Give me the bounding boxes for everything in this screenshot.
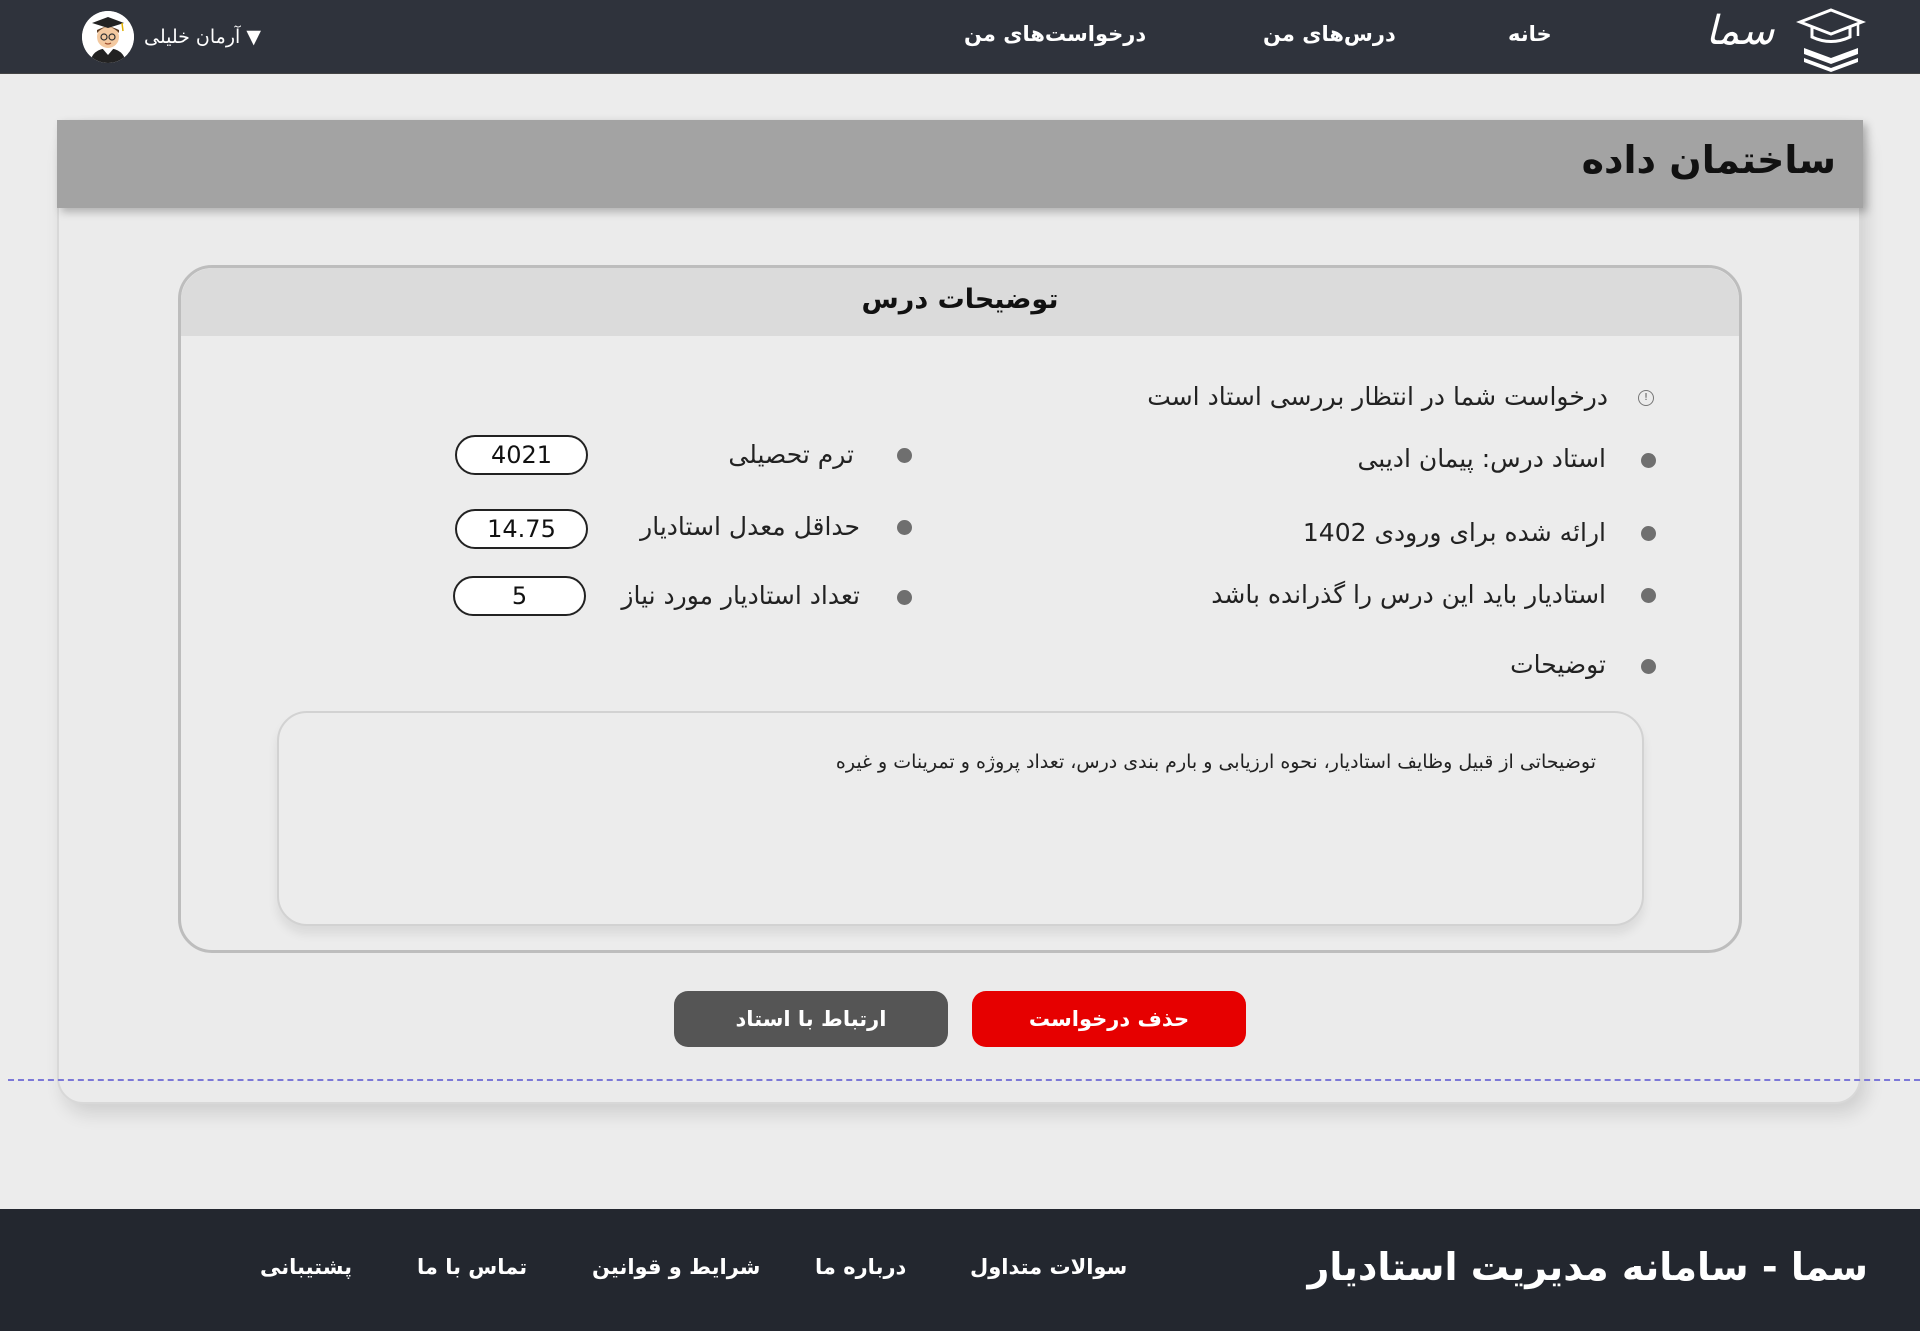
bullet-icon: [1641, 526, 1656, 541]
term-value: 4021: [455, 435, 588, 475]
bullet-icon: [897, 590, 912, 605]
offered-for-info: ارائه شده برای ورودی 1402: [1302, 518, 1606, 547]
description-text: توضیحاتی از قبیل وظایف استادیار، نحوه ار…: [835, 751, 1596, 773]
prerequisite-info: استادیار باید این درس را گذرانده باشد: [1211, 580, 1606, 609]
ta-count-value: 5: [453, 576, 586, 616]
ta-count-label: تعداد استادیار مورد نیاز: [621, 581, 860, 610]
footer: سما - سامانه مدیریت استادیار سوالات متدا…: [0, 1209, 1920, 1331]
user-name-label[interactable]: ▼ آرمان خلیلی: [144, 26, 261, 48]
min-gpa-label: حداقل معدل استادیار: [640, 512, 860, 541]
chevron-down-icon[interactable]: ▼: [246, 26, 261, 48]
min-gpa-value: 14.75: [455, 509, 588, 549]
description-label: توضیحات: [1510, 650, 1606, 679]
user-menu[interactable]: ▼ آرمان خلیلی: [82, 10, 261, 64]
graduation-cap-logo-icon[interactable]: [1796, 4, 1866, 74]
dashed-divider: [8, 1079, 1920, 1081]
page-title: ساختمان داده: [1581, 138, 1836, 182]
footer-link-faq[interactable]: سوالات متداول: [970, 1255, 1127, 1279]
nav-my-requests[interactable]: درخواست‌های من: [964, 22, 1146, 46]
delete-request-button[interactable]: حذف درخواست: [972, 991, 1246, 1047]
description-box: توضیحاتی از قبیل وظایف استادیار، نحوه ار…: [277, 711, 1644, 926]
bullet-icon: [1641, 453, 1656, 468]
user-name: آرمان خلیلی: [144, 26, 241, 48]
page-title-bar: ساختمان داده: [57, 120, 1863, 208]
info-circle-icon: !: [1638, 390, 1654, 406]
footer-link-support[interactable]: پشتیبانی: [260, 1255, 352, 1279]
instructor-info: استاد درس: پیمان ادیبی: [1357, 444, 1606, 473]
panel-title: توضیحات درس: [861, 284, 1059, 315]
bullet-icon: [1641, 588, 1656, 603]
contact-instructor-button[interactable]: ارتباط با استاد: [674, 991, 948, 1047]
bullet-icon: [1641, 659, 1656, 674]
footer-link-contact[interactable]: تماس با ما: [417, 1255, 527, 1279]
top-header: سما خانه درس‌های من درخواست‌های من ▼ آرم…: [0, 0, 1920, 74]
nav-home[interactable]: خانه: [1508, 22, 1552, 46]
bullet-icon: [897, 448, 912, 463]
student-avatar-icon: [82, 11, 134, 63]
bullet-icon: [897, 520, 912, 535]
avatar[interactable]: [82, 11, 134, 63]
nav-my-courses[interactable]: درس‌های من: [1263, 22, 1396, 46]
panel-header: توضیحات درس: [181, 268, 1739, 336]
term-label: ترم تحصیلی: [728, 440, 854, 469]
status-message: درخواست شما در انتظار بررسی استاد است: [1147, 382, 1608, 411]
footer-brand: سما - سامانه مدیریت استادیار: [1307, 1245, 1868, 1289]
footer-link-about[interactable]: درباره ما: [815, 1255, 906, 1279]
logo-text[interactable]: سما: [1700, 8, 1780, 54]
footer-link-terms[interactable]: شرایط و قوانین: [592, 1255, 760, 1279]
